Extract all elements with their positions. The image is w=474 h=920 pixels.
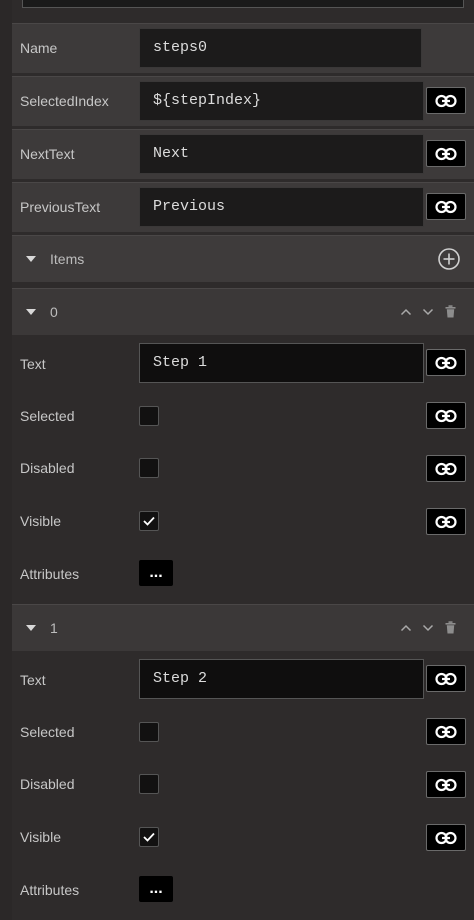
- link-icon: [435, 356, 457, 369]
- triangle-down-icon[interactable]: [26, 625, 36, 631]
- link-icon: [435, 200, 457, 213]
- chevron-down-icon[interactable]: [422, 623, 434, 633]
- link-icon: [435, 147, 457, 160]
- visible-label: Visible: [20, 513, 61, 529]
- disabled-checkbox[interactable]: [139, 774, 159, 794]
- item-text-input[interactable]: Step 2: [139, 659, 424, 699]
- chevron-down-icon[interactable]: [422, 307, 434, 317]
- attributes-button[interactable]: ...: [139, 876, 173, 902]
- link-icon: [435, 409, 457, 422]
- selected-checkbox[interactable]: [139, 406, 159, 426]
- checkmark-icon: [143, 832, 155, 842]
- item-text-link-button[interactable]: [426, 349, 466, 376]
- triangle-down-icon[interactable]: [26, 256, 36, 262]
- attributes-label: Attributes: [20, 882, 80, 898]
- disabled-link-button[interactable]: [426, 455, 466, 482]
- checkmark-icon: [143, 516, 155, 526]
- triangle-down-icon[interactable]: [26, 309, 36, 315]
- chevron-up-icon[interactable]: [400, 307, 412, 317]
- selected-label: Selected: [20, 724, 75, 740]
- item-body-0: Text Step 1 Selected Disabled Visible At…: [12, 336, 474, 604]
- visible-label: Visible: [20, 829, 61, 845]
- link-icon: [435, 462, 457, 475]
- property-row-next-text: NextText Next: [12, 129, 474, 179]
- selected-checkbox[interactable]: [139, 722, 159, 742]
- property-row-name: Name steps0: [12, 23, 474, 73]
- selected-index-label: SelectedIndex: [20, 93, 109, 109]
- item-header-0[interactable]: 0: [12, 288, 474, 335]
- attributes-button[interactable]: ...: [139, 560, 173, 586]
- previous-text-input[interactable]: Previous: [139, 187, 424, 227]
- selected-link-button[interactable]: [426, 718, 466, 745]
- disabled-label: Disabled: [20, 776, 75, 792]
- next-text-input[interactable]: Next: [139, 134, 424, 174]
- disabled-checkbox[interactable]: [139, 458, 159, 478]
- text-label: Text: [20, 356, 46, 372]
- visible-checkbox[interactable]: [139, 511, 159, 531]
- link-icon: [435, 94, 457, 107]
- trash-icon[interactable]: [445, 305, 456, 318]
- link-icon: [435, 672, 457, 685]
- top-field-remnant: [22, 0, 464, 8]
- name-input[interactable]: steps0: [139, 28, 422, 68]
- selected-index-input[interactable]: ${stepIndex}: [139, 81, 424, 121]
- next-text-link-button[interactable]: [426, 140, 466, 167]
- selected-label: Selected: [20, 408, 75, 424]
- item-text-input[interactable]: Step 1: [139, 343, 424, 383]
- visible-link-button[interactable]: [426, 508, 466, 535]
- property-row-selected-index: SelectedIndex ${stepIndex}: [12, 76, 474, 126]
- attributes-label: Attributes: [20, 566, 80, 582]
- item-header-1[interactable]: 1: [12, 604, 474, 651]
- item-index-label: 0: [50, 304, 58, 320]
- items-section-header[interactable]: Items: [12, 235, 474, 282]
- item-body-1: Text Step 2 Selected Disabled Visible At…: [12, 652, 474, 920]
- link-icon: [435, 778, 457, 791]
- add-circle-icon[interactable]: [437, 247, 461, 271]
- next-text-label: NextText: [20, 146, 75, 162]
- link-icon: [435, 725, 457, 738]
- link-icon: [435, 831, 457, 844]
- chevron-up-icon[interactable]: [400, 623, 412, 633]
- item-index-label: 1: [50, 620, 58, 636]
- items-section-label: Items: [50, 251, 85, 267]
- text-label: Text: [20, 672, 46, 688]
- visible-checkbox[interactable]: [139, 827, 159, 847]
- name-label: Name: [20, 40, 58, 56]
- trash-icon[interactable]: [445, 621, 456, 634]
- previous-text-label: PreviousText: [20, 199, 101, 215]
- selected-index-link-button[interactable]: [426, 87, 466, 114]
- visible-link-button[interactable]: [426, 824, 466, 851]
- previous-text-link-button[interactable]: [426, 193, 466, 220]
- selected-link-button[interactable]: [426, 402, 466, 429]
- item-text-link-button[interactable]: [426, 665, 466, 692]
- disabled-link-button[interactable]: [426, 771, 466, 798]
- link-icon: [435, 515, 457, 528]
- property-row-previous-text: PreviousText Previous: [12, 182, 474, 232]
- disabled-label: Disabled: [20, 460, 75, 476]
- left-gutter: [0, 0, 12, 920]
